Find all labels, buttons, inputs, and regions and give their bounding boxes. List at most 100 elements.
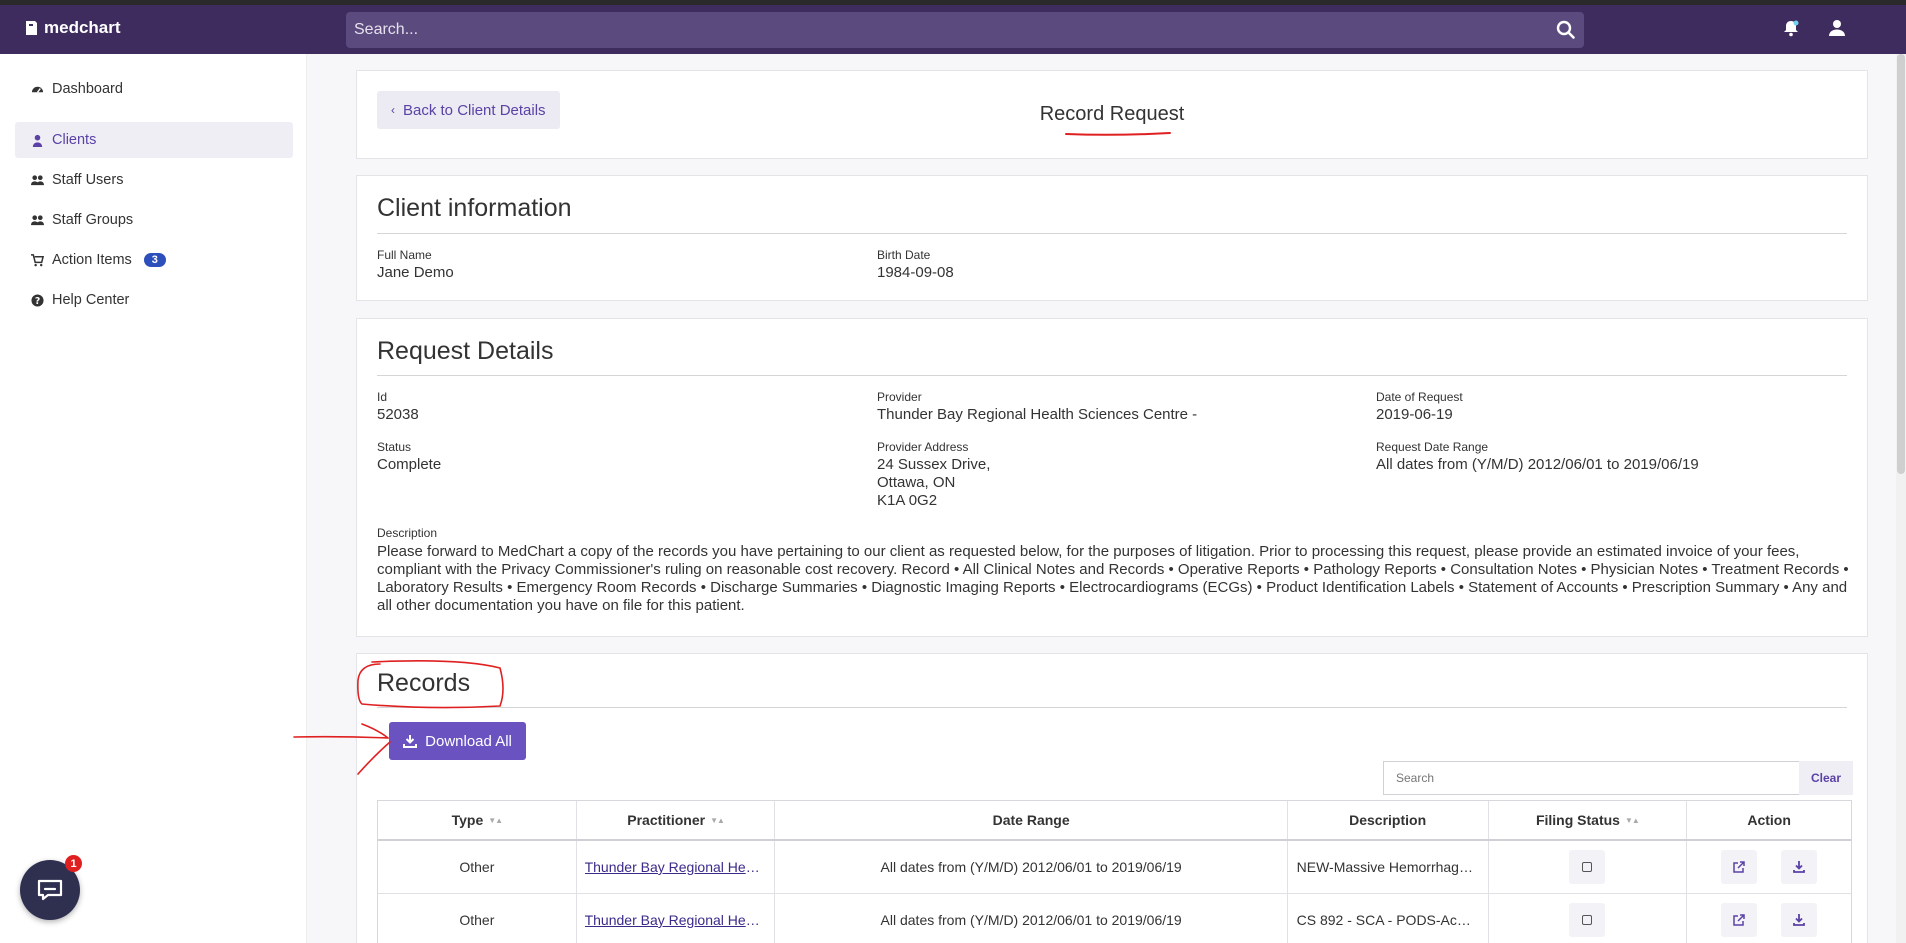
description-cell: CS 892 - SCA - PODS-Acute Pain [1288,894,1489,943]
type-cell: Other [378,841,577,893]
description-cell: NEW-Massive Hemorrhage Protocol [1288,841,1489,893]
description-label: Description [377,526,438,540]
action-items-count-badge: 3 [143,253,166,267]
provider-address-line3: K1A 0G2 [877,492,938,509]
full-name-label: Full Name [377,248,432,262]
top-bar: medchart [0,0,1906,54]
user-icon [32,134,43,147]
type-cell: Other [378,894,577,943]
bell-icon[interactable] [1782,19,1800,37]
description-text: CS 892 - SCA - PODS-Acute Pain [1296,912,1479,928]
question-circle-icon: ? [31,293,44,306]
date-range-cell: All dates from (Y/M/D) 2012/06/01 to 201… [775,841,1288,893]
svg-text:?: ? [35,295,40,306]
records-search-input[interactable] [1396,771,1799,785]
external-link-icon [1733,861,1745,873]
open-record-button[interactable] [1721,850,1758,884]
column-header-filing-status[interactable]: Filing Status ▼▲ [1489,801,1688,839]
divider [377,233,1847,234]
practitioner-link[interactable]: Thunder Bay Regional Health Sciences Cen… [585,859,767,875]
column-label: Description [1349,812,1427,828]
sort-icon: ▼▲ [710,815,725,825]
sidebar-item-staff-users[interactable]: Staff Users [15,162,293,198]
full-name-value: Jane Demo [377,264,454,281]
status-label: Status [377,440,412,454]
filing-status-button[interactable] [1569,903,1606,937]
practitioner-link[interactable]: Thunder Bay Regional Health Sciences Cen… [585,912,767,928]
download-all-button[interactable]: Download All [389,722,526,760]
medchart-logo-icon [26,21,37,35]
clear-search-button[interactable]: Clear [1799,761,1853,795]
date-of-request-label: Date of Request [1376,390,1463,404]
filing-status-cell [1489,894,1688,943]
record-request-header: ‹ Back to Client Details Record Request [356,70,1868,159]
table-header: Type ▼▲ Practitioner ▼▲ Date Range Descrip… [378,801,1851,841]
description-text: NEW-Massive Hemorrhage Protocol [1296,859,1479,875]
column-header-date-range: Date Range [775,801,1288,839]
chat-notification-badge: 1 [65,855,82,872]
provider-value: Thunder Bay Regional Health Sciences Cen… [877,406,1198,423]
client-information-card: Client information Full Name Jane Demo B… [356,175,1868,301]
users-icon [31,214,44,225]
brand-name: medchart [44,18,121,37]
id-label: Id [377,390,388,404]
square-icon [1582,862,1593,872]
external-link-icon [1733,914,1745,926]
records-table: Type ▼▲ Practitioner ▼▲ Date Range Descrip… [377,800,1852,943]
sidebar-item-staff-groups[interactable]: Staff Groups [15,202,293,238]
column-label: Action [1747,812,1791,828]
scrollbar-thumb[interactable] [1897,54,1905,474]
download-icon [403,735,418,748]
birth-date-value: 1984-09-08 [877,264,954,281]
column-label: Filing Status [1535,812,1620,828]
birth-date-label: Birth Date [877,248,931,262]
download-record-button[interactable] [1781,850,1818,884]
practitioner-cell: Thunder Bay Regional Health Sciences Cen… [577,894,776,943]
sort-icon: ▼▲ [1624,815,1640,825]
id-value: 52038 [377,406,419,423]
sidebar-item-label: Action Items [52,252,132,268]
provider-label: Provider [877,390,922,404]
column-label: Type [451,812,484,828]
brand-logo[interactable]: medchart [24,18,121,38]
request-details-title: Request Details [377,337,554,365]
divider [377,707,1847,708]
sidebar-item-clients[interactable]: Clients [15,122,293,158]
sidebar-item-label: Help Center [52,292,130,308]
column-label: Practitioner [627,812,706,828]
page-title: Record Request [1039,103,1185,125]
provider-address-line1: 24 Sussex Drive, [877,456,991,473]
date-of-request-value: 2019-06-19 [1376,406,1453,423]
divider [377,375,1847,376]
column-header-action: Action [1687,801,1851,839]
table-row: Other Thunder Bay Regional Health Scienc… [378,841,1851,894]
practitioner-cell: Thunder Bay Regional Health Sciences Cen… [577,841,776,893]
provider-address-label: Provider Address [877,440,969,454]
sidebar-item-label: Dashboard [52,81,123,97]
page-scrollbar[interactable] [1896,54,1906,943]
records-search[interactable] [1383,761,1799,795]
status-value: Complete [377,456,442,473]
filing-status-button[interactable] [1569,850,1606,884]
global-search-input[interactable] [354,21,1556,39]
client-information-title: Client information [377,194,572,222]
users-icon [31,174,44,185]
provider-address-line2: Ottawa, ON [877,474,956,491]
open-record-button[interactable] [1721,903,1758,937]
sidebar-item-action-items[interactable]: Action Items 3 [15,242,293,278]
sidebar-item-help-center[interactable]: ? Help Center [15,282,293,318]
search-icon[interactable] [1556,20,1576,40]
global-search[interactable] [346,12,1584,48]
column-header-type[interactable]: Type ▼▲ [378,801,577,839]
user-profile-icon[interactable] [1828,19,1846,37]
sidebar-item-dashboard[interactable]: Dashboard [15,71,293,107]
main-content: ‹ Back to Client Details Record Request … [307,54,1896,943]
column-label: Date Range [992,812,1070,828]
action-cell [1687,841,1851,893]
cart-icon [31,253,44,266]
sidebar-item-label: Staff Groups [52,212,134,228]
action-cell [1687,894,1851,943]
table-row: Other Thunder Bay Regional Health Scienc… [378,894,1851,943]
download-record-button[interactable] [1781,903,1818,937]
column-header-practitioner[interactable]: Practitioner ▼▲ [577,801,776,839]
